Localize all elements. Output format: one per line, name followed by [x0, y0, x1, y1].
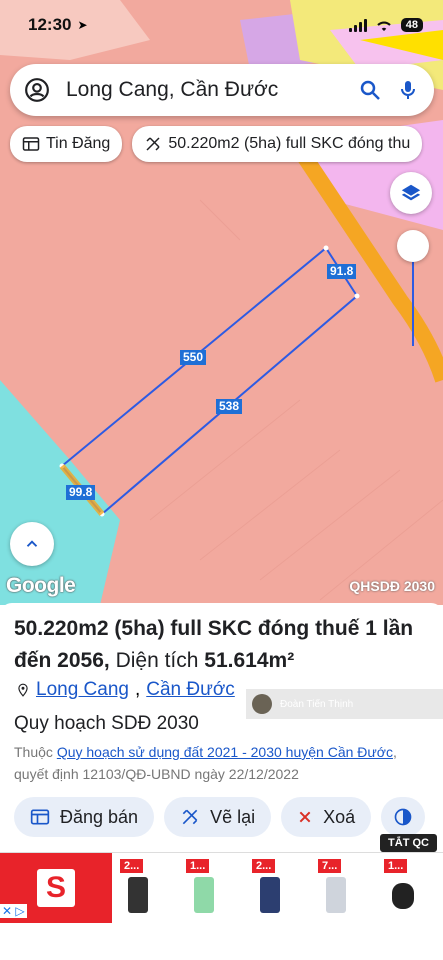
delete-button[interactable]: Xoá — [281, 797, 372, 837]
opacity-slider-knob[interactable] — [397, 230, 429, 262]
post-sell-button[interactable]: Đăng bán — [14, 797, 155, 837]
poster-name: Đoàn Tiến Thịnh — [280, 698, 354, 710]
redraw-button[interactable]: Vẽ lại — [164, 797, 272, 837]
ad-product[interactable]: 2... — [244, 853, 310, 923]
phone-image — [194, 877, 214, 913]
edge-label-538: 538 — [216, 399, 243, 414]
ad-product[interactable]: 1... — [178, 853, 244, 923]
action-label: Đăng bán — [60, 806, 139, 827]
edge-label-550: 550 — [180, 350, 207, 365]
plan-name: Quy hoạch SDĐ 2030 — [14, 713, 199, 734]
details-sheet: 50.220m2 (5ha) full SKC đóng thuế 1 lần … — [0, 603, 443, 855]
chip-label: 50.220m2 (5ha) full SKC đóng thu — [168, 135, 411, 152]
layers-icon — [401, 184, 421, 201]
search-query[interactable]: Long Cang, Cần Đước — [66, 78, 344, 102]
action-label: Vẽ lại — [210, 806, 256, 827]
location-line: Long Cang, Cần Đước — [16, 679, 235, 701]
avatar — [252, 694, 272, 714]
layers-button[interactable] — [390, 172, 432, 214]
location-sep: , — [134, 679, 141, 700]
chevron-up-icon — [26, 540, 38, 547]
phone-image — [260, 877, 280, 913]
ad-product[interactable]: 1... — [376, 853, 442, 923]
location-arrow-icon: ➤ — [77, 18, 88, 32]
listing-icon — [22, 137, 40, 151]
plan-link[interactable]: Quy hoạch sử dụng đất 2021 - 2030 huyện … — [57, 744, 393, 760]
action-buttons: Đăng bán Vẽ lại Xoá — [14, 797, 426, 837]
ad-product[interactable]: 2... — [112, 853, 178, 923]
microphone-icon[interactable] — [396, 78, 420, 102]
ad-price: 1... — [186, 859, 210, 873]
action-label: Xoá — [323, 806, 356, 827]
edge-label-99-8: 99.8 — [66, 485, 96, 500]
close-icon — [299, 811, 311, 823]
signal-icon — [348, 18, 367, 32]
chip-label: Tin Đăng — [46, 135, 111, 152]
pin-icon — [18, 683, 28, 697]
phone-image — [326, 877, 346, 913]
status-bar: 12:30 ➤ 48 — [0, 0, 443, 50]
watch-image — [392, 883, 414, 909]
listing-title: 50.220m2 (5ha) full SKC đóng thuế 1 lần … — [14, 613, 434, 677]
ad-price: 2... — [252, 859, 276, 873]
ad-price: 1... — [384, 859, 408, 873]
belongs-prefix: Thuộc — [14, 744, 53, 760]
battery-icon: 48 — [400, 18, 423, 32]
expand-up-button[interactable] — [10, 522, 54, 566]
ad-price: 2... — [120, 859, 144, 873]
plan-source: Thuộc Quy hoạch sử dụng đất 2021 - 2030 … — [14, 741, 424, 785]
draw-icon — [146, 137, 160, 151]
area-value: 51.614m² — [204, 649, 295, 672]
listing-icon — [30, 809, 50, 825]
search-bar[interactable]: Long Cang, Cần Đước — [10, 64, 434, 116]
map-layer-name: QHSDĐ 2030 — [349, 578, 435, 594]
status-time: 12:30 — [28, 15, 72, 34]
ad-banner[interactable]: S 2... 1... 2... 7... 1... — [0, 852, 443, 923]
search-icon[interactable] — [358, 78, 382, 102]
edge-label-91-8: 91.8 — [327, 264, 357, 279]
draw-icon — [182, 809, 198, 825]
area-label: Diện tích — [115, 649, 199, 672]
chip-tin-dang[interactable]: Tin Đăng — [10, 126, 123, 162]
ad-off-button[interactable]: TẮT QC — [380, 834, 437, 852]
ward-link[interactable]: Long Cang — [36, 679, 129, 701]
more-button[interactable] — [381, 797, 426, 837]
ad-price: 7... — [318, 859, 342, 873]
filter-chips: Tin Đăng 50.220m2 (5ha) full SKC đóng th… — [10, 126, 423, 162]
ad-product[interactable]: 7... — [310, 853, 376, 923]
district-link[interactable]: Cần Đước — [146, 679, 235, 701]
wifi-icon — [377, 21, 391, 31]
phone-image — [128, 877, 148, 913]
ad-close-icon[interactable]: ✕ ▷ — [0, 904, 27, 918]
google-logo: Google — [6, 574, 76, 597]
half-circle-icon — [394, 808, 412, 826]
account-icon[interactable] — [24, 77, 50, 103]
poster-overlay: Đoàn Tiến Thịnh — [246, 689, 443, 719]
chip-listing-title[interactable]: 50.220m2 (5ha) full SKC đóng thu — [132, 126, 423, 162]
